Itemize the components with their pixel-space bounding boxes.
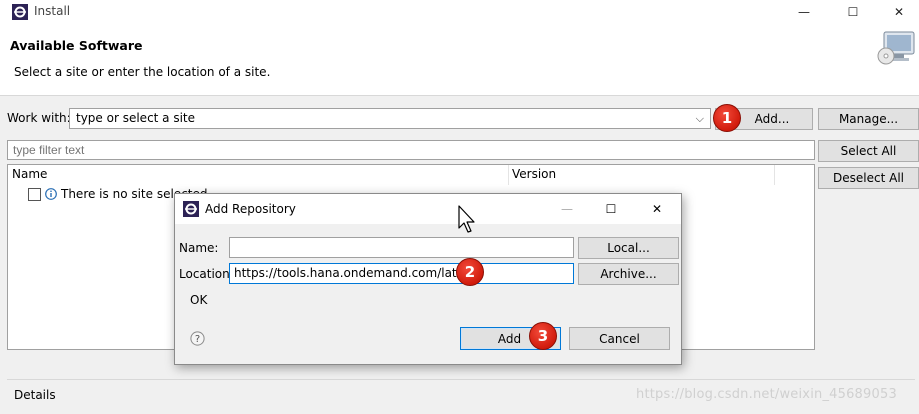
install-monitor-icon [877,31,915,65]
column-separator[interactable] [774,165,775,185]
column-header-version[interactable]: Version [512,167,556,181]
page-subtitle: Select a site or enter the location of a… [14,65,271,79]
status-message: OK [190,293,208,307]
step-badge-3: 3 [529,322,557,350]
eclipse-app-icon [183,201,199,217]
location-field[interactable]: https://tools.hana.ondemand.com/latest [229,263,574,284]
work-with-value: type or select a site [76,111,196,125]
step-badge-2: 2 [456,258,484,286]
work-with-label: Work with: [7,111,71,125]
location-label: Location: [179,267,234,281]
page-title: Available Software [10,38,143,53]
select-all-button[interactable]: Select All [818,140,919,162]
filter-input[interactable] [7,140,815,160]
wizard-header: Available Software Select a site or ente… [0,24,919,96]
svg-text:?: ? [195,334,200,345]
column-separator[interactable] [508,165,509,185]
details-separator [7,379,915,380]
maximize-button[interactable]: ☐ [830,0,876,24]
help-icon[interactable]: ? [190,331,205,346]
dialog-title: Add Repository [205,202,296,216]
mouse-cursor-icon [458,205,475,233]
window-title: Install [34,4,71,18]
dialog-minimize-button[interactable]: — [545,194,589,224]
step-badge-1: 1 [713,104,741,132]
archive-button[interactable]: Archive... [578,263,679,285]
details-label: Details [14,388,56,402]
window-titlebar: Install — ☐ ✕ [0,0,919,24]
row-checkbox[interactable] [28,187,41,201]
name-field[interactable] [229,237,574,258]
eclipse-app-icon [12,4,28,20]
column-header-name[interactable]: Name [12,167,47,181]
chevron-down-icon[interactable]: ⌵ [696,111,704,126]
watermark-text: https://blog.csdn.net/weixin_45689053 [636,387,897,402]
manage-button[interactable]: Manage... [818,108,919,130]
close-button[interactable]: ✕ [876,0,919,24]
local-button[interactable]: Local... [578,237,679,259]
name-label: Name: [179,241,219,255]
dialog-close-button[interactable]: ✕ [635,194,679,224]
add-repository-dialog: Add Repository — ☐ ✕ Name: Local... Loca… [174,193,682,365]
deselect-all-button[interactable]: Deselect All [818,167,919,189]
add-button-label: Add [497,331,522,346]
dialog-titlebar[interactable]: Add Repository — ☐ ✕ [175,194,681,224]
minimize-button[interactable]: — [781,0,827,24]
dialog-maximize-button[interactable]: ☐ [589,194,633,224]
work-with-combo[interactable]: type or select a site ⌵ [69,108,711,129]
info-icon [45,188,57,200]
add-site-button-label: Add... [754,112,790,126]
cancel-button[interactable]: Cancel [569,327,670,350]
